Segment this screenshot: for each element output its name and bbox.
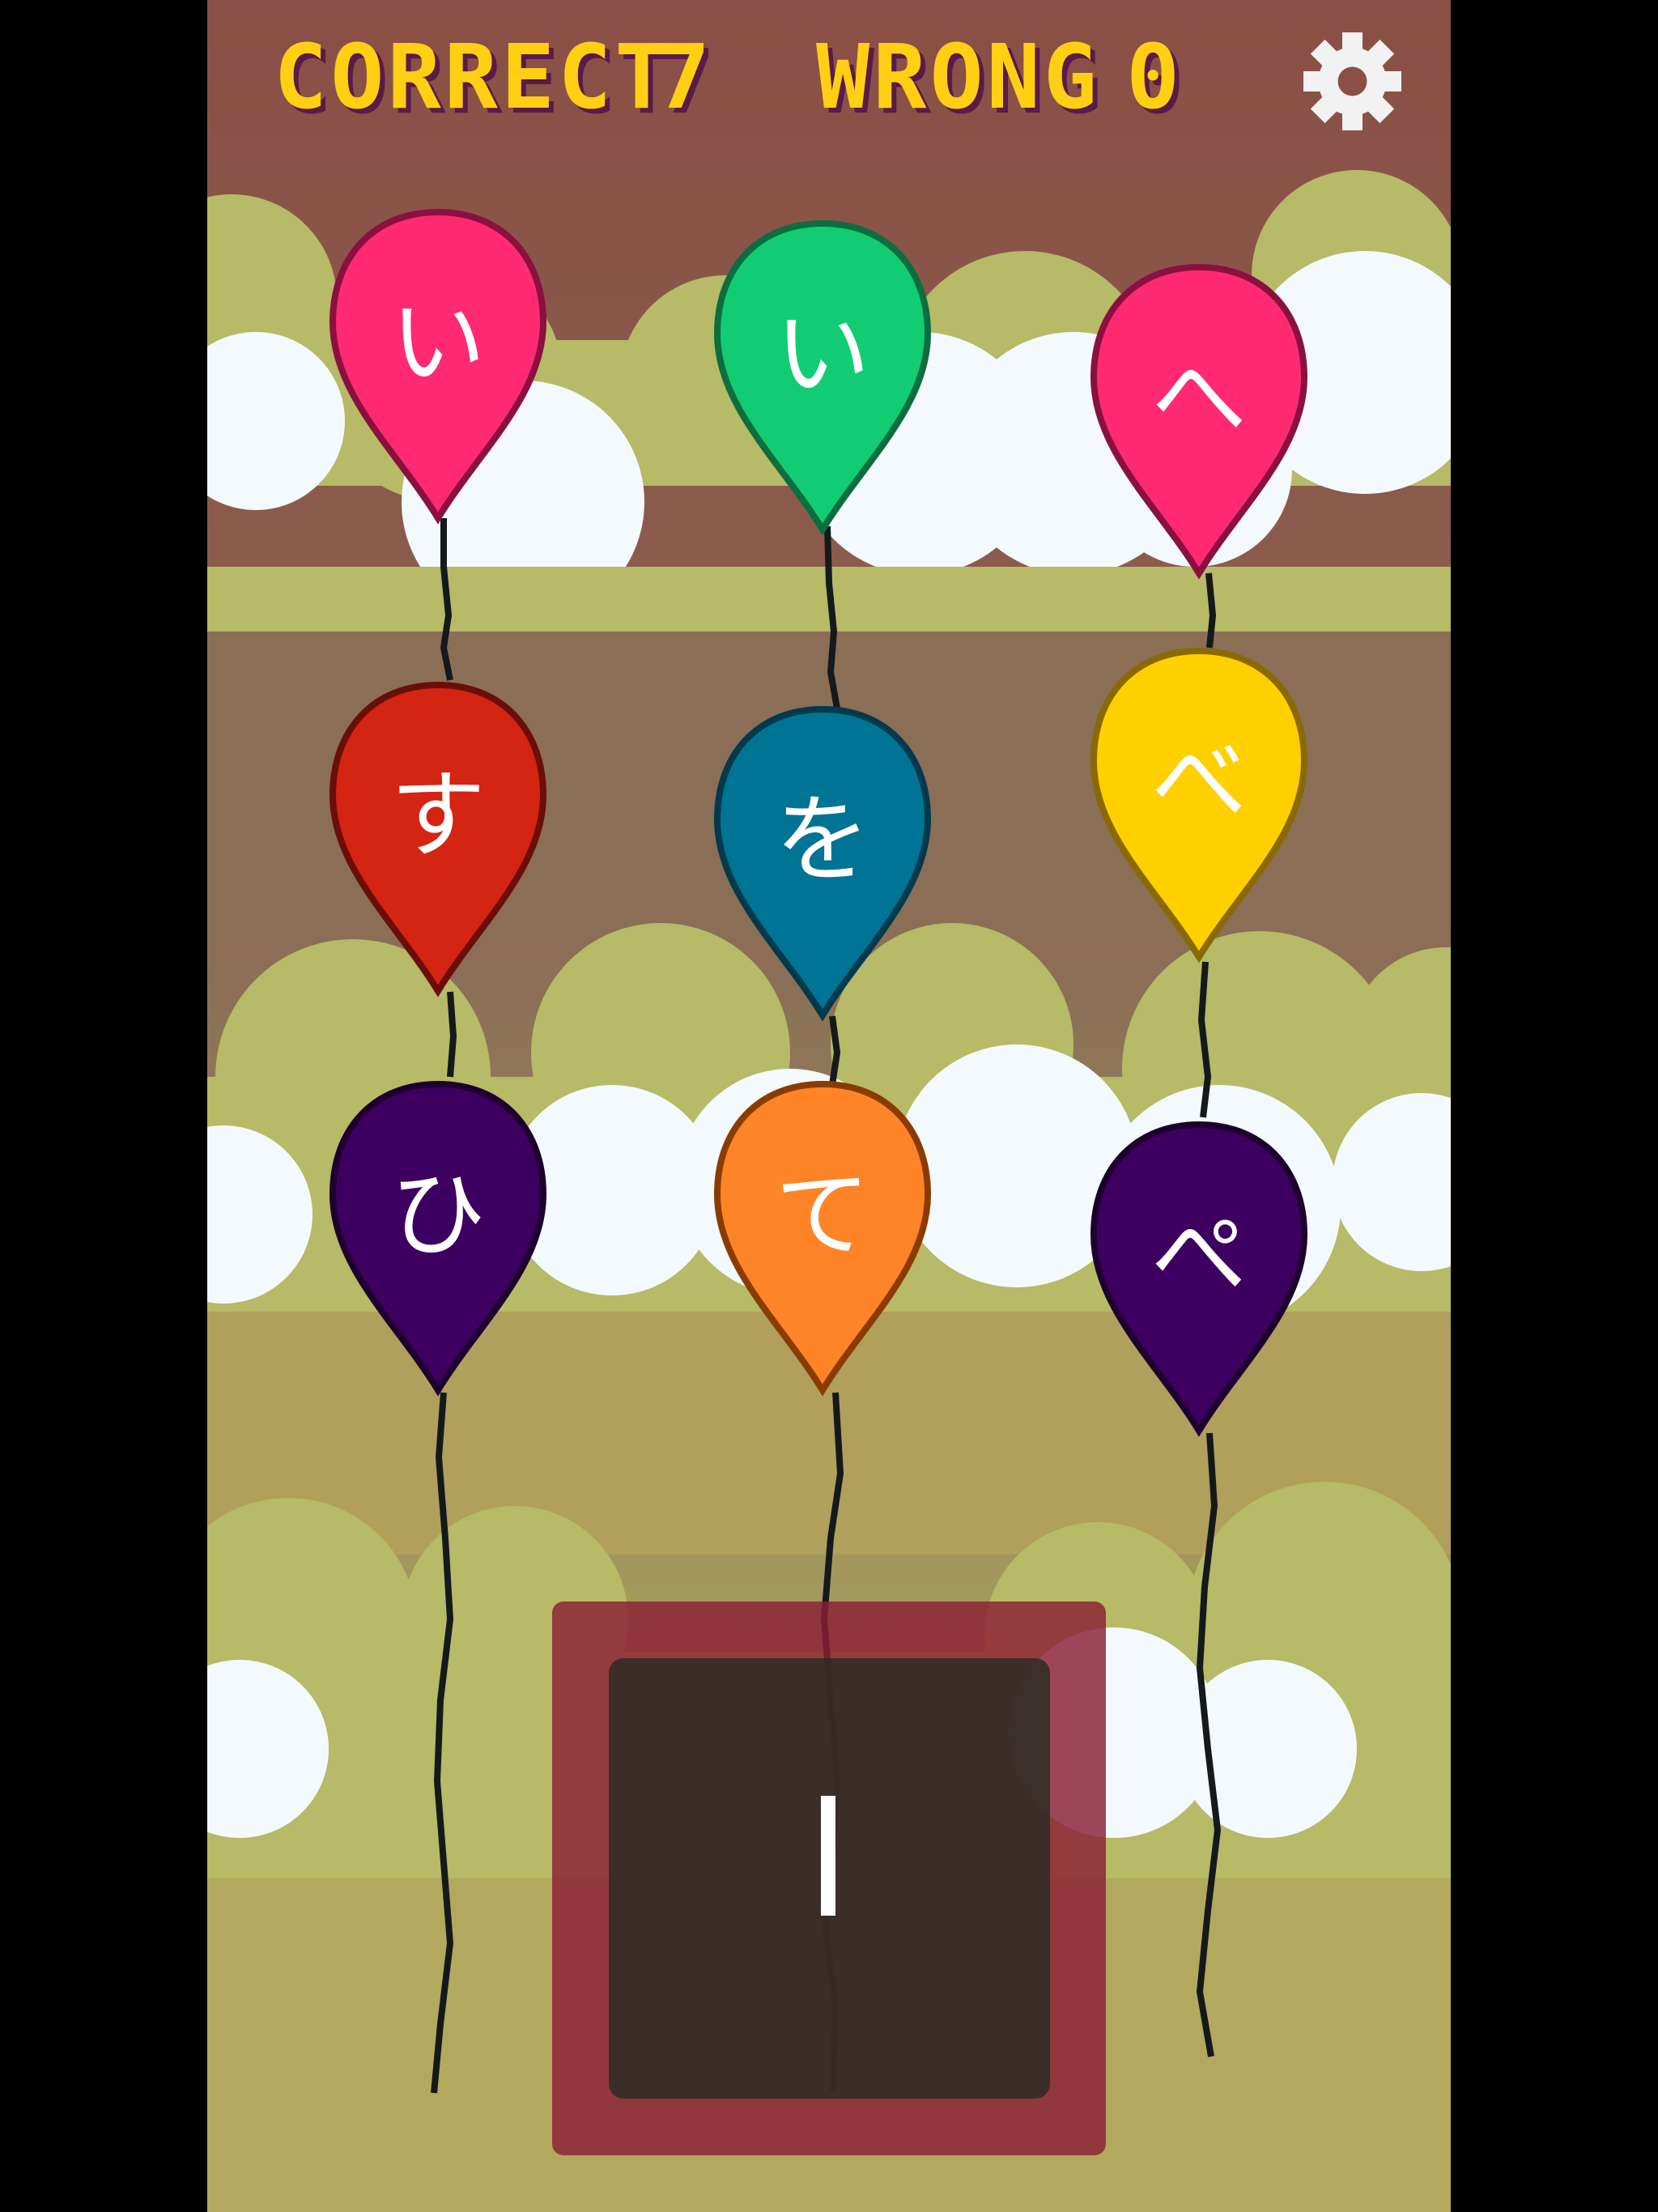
balloon[interactable]: へ [1078,264,1320,588]
game-canvas: CORRECT 7 WRONG 0 い い へ す を べ ひ て ぺ [207,0,1451,2212]
balloon[interactable]: ひ [317,1081,559,1405]
balloon-glyph: を [774,784,870,895]
wrong-label: WRONG [816,25,1101,129]
balloon-glyph: い [389,287,486,398]
wrong-count: 0 [1126,25,1184,129]
correct-label: CORRECT [274,25,672,129]
balloon[interactable]: ぺ [1078,1121,1320,1445]
balloon-glyph: ひ [389,1159,486,1270]
balloon-glyph: ぺ [1150,1199,1247,1311]
balloon-glyph: す [389,759,486,871]
balloon-glyph: い [774,298,870,410]
balloon[interactable]: て [701,1081,944,1405]
balloon-glyph: べ [1150,725,1247,837]
balloon[interactable]: べ [1078,648,1320,972]
balloon[interactable]: い [317,209,559,533]
text-caret [821,1796,835,1916]
balloon-glyph: へ [1150,342,1247,453]
balloon-glyph: て [774,1159,870,1270]
balloon[interactable]: を [701,706,944,1030]
gear-icon [1303,32,1401,130]
balloon[interactable]: い [701,220,944,544]
settings-button[interactable] [1302,31,1403,132]
correct-count: 7 [657,25,714,129]
balloon[interactable]: す [317,682,559,1006]
